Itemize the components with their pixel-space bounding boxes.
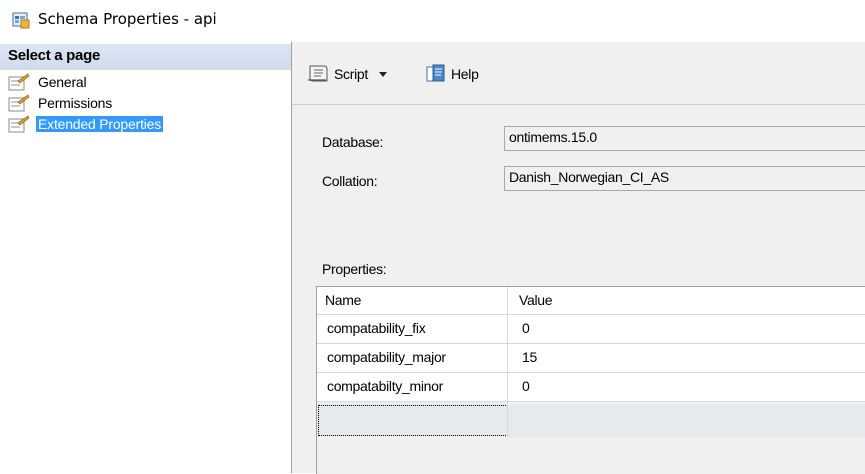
script-label: Script bbox=[334, 66, 368, 82]
properties-content: Database: ontimems.15.0 Collation: Danis… bbox=[292, 105, 865, 474]
table-row-value[interactable]: 0 bbox=[508, 315, 865, 344]
help-label: Help bbox=[451, 66, 479, 82]
script-icon bbox=[308, 65, 328, 82]
sidebar-item-label: Permissions bbox=[38, 95, 113, 111]
collation-label: Collation: bbox=[322, 173, 378, 189]
table-row-value[interactable]: 15 bbox=[508, 344, 865, 373]
table-row-name[interactable]: compatabilty_minor bbox=[317, 373, 508, 402]
select-page-title: Select a page bbox=[8, 47, 100, 64]
column-header-value[interactable]: Value bbox=[508, 287, 865, 315]
page-icon bbox=[8, 115, 30, 133]
select-page-panel: Select a page General Permissions Extend… bbox=[0, 42, 292, 473]
database-label: Database: bbox=[322, 134, 384, 150]
column-divider bbox=[507, 287, 508, 437]
window-title: Schema Properties - api bbox=[38, 10, 217, 28]
schema-properties-icon bbox=[12, 12, 30, 29]
sidebar-item-label: General bbox=[38, 74, 87, 90]
collation-field[interactable]: Danish_Norwegian_CI_AS bbox=[504, 166, 865, 191]
table-row-name[interactable]: compatability_major bbox=[317, 344, 508, 373]
page-icon bbox=[8, 73, 30, 91]
help-button[interactable]: Help bbox=[424, 62, 479, 86]
chevron-down-icon[interactable] bbox=[374, 67, 392, 81]
database-field[interactable]: ontimems.15.0 bbox=[504, 126, 865, 151]
extended-properties-grid[interactable]: Name Value compatability_fix 0 compatabi… bbox=[316, 286, 865, 474]
select-page-header: Select a page bbox=[0, 44, 291, 70]
script-button[interactable]: Script bbox=[306, 62, 392, 86]
toolbar: Script Help bbox=[292, 42, 865, 105]
title-bar: Schema Properties - api bbox=[0, 0, 865, 40]
table-row-value[interactable]: 0 bbox=[508, 373, 865, 402]
sidebar-item-general[interactable]: General bbox=[8, 72, 88, 92]
extended-properties-page: Script Help Database: ontimems.15.0 Coll… bbox=[292, 42, 865, 474]
properties-label: Properties: bbox=[322, 261, 387, 277]
sidebar-item-permissions[interactable]: Permissions bbox=[8, 93, 114, 113]
new-row-name-cell[interactable] bbox=[318, 405, 508, 436]
page-icon bbox=[8, 94, 30, 112]
column-header-name[interactable]: Name bbox=[317, 287, 508, 315]
help-icon bbox=[426, 64, 445, 82]
table-row-name[interactable]: compatability_fix bbox=[317, 315, 508, 344]
sidebar-item-label: Extended Properties bbox=[36, 116, 164, 132]
sidebar-item-extended-properties[interactable]: Extended Properties bbox=[8, 114, 164, 134]
